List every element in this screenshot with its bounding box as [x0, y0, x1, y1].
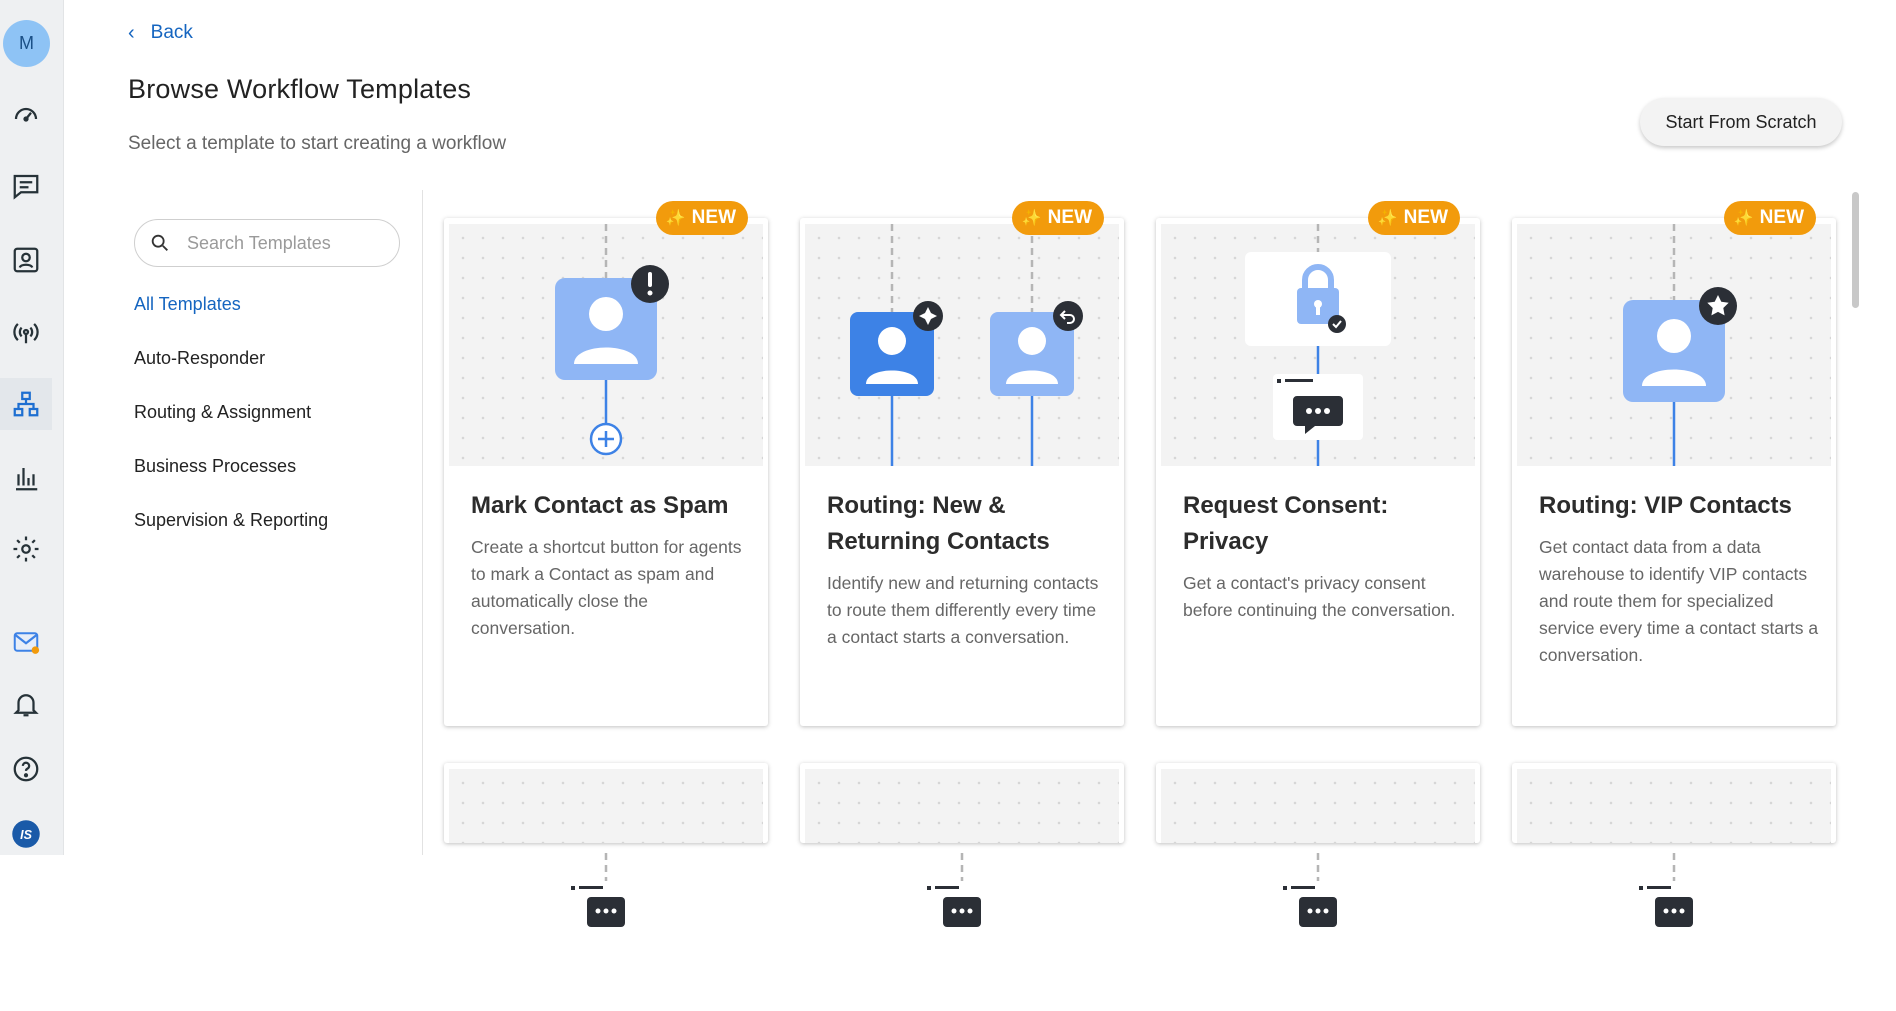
template-title: Routing: VIP Contacts	[1539, 492, 1792, 519]
template-title: Mark Contact as Spam	[471, 492, 729, 519]
settings-icon[interactable]	[0, 523, 52, 575]
category-auto-responder[interactable]: Auto-Responder	[134, 348, 265, 369]
chevron-left-icon: ‹	[128, 22, 135, 44]
template-card-partial[interactable]	[800, 763, 1124, 927]
sparkle-icon: ✨	[665, 210, 686, 227]
template-title: Request Consent: Privacy	[1183, 492, 1389, 555]
sidebar-divider	[422, 190, 423, 855]
template-description: Create a shortcut button for agents to m…	[471, 537, 742, 638]
new-badge: ✨ NEW	[1367, 201, 1460, 235]
workflows-icon[interactable]	[0, 378, 52, 430]
template-illustration	[1517, 769, 1831, 927]
template-title: Routing: New & Returning Contacts	[827, 492, 1050, 555]
page-title: Browse Workflow Templates	[128, 74, 472, 104]
dashboard-icon[interactable]	[0, 88, 52, 140]
page-subtitle: Select a template to start creating a wo…	[128, 133, 507, 154]
start-from-scratch-button[interactable]: Start From Scratch	[1640, 98, 1842, 146]
template-illustration	[449, 224, 763, 466]
broadcast-icon[interactable]	[0, 306, 52, 358]
notifications-icon[interactable]	[0, 678, 52, 730]
template-illustration	[1517, 224, 1831, 466]
template-card-partial[interactable]	[1156, 763, 1480, 927]
search-icon	[151, 234, 168, 251]
template-card-routing-vip-contacts[interactable]: ✨ NEW Routing: VIP Contacts Get contact d…	[1512, 201, 1836, 726]
scrollbar-thumb[interactable]	[1852, 192, 1859, 308]
back-link[interactable]: ‹ Back	[128, 22, 193, 44]
template-card-request-consent-privacy[interactable]: ✨ NEW Request Consent: Privacy Get a cont…	[1156, 201, 1480, 726]
user-avatar[interactable]: M	[3, 20, 50, 67]
category-all-templates[interactable]: All Templates	[134, 294, 241, 315]
left-rail: M IS	[0, 0, 64, 855]
template-card-partial[interactable]	[1512, 763, 1836, 927]
template-card-partial[interactable]	[444, 763, 768, 927]
template-illustration	[1161, 224, 1475, 466]
template-illustration	[805, 224, 1119, 466]
mail-icon[interactable]	[0, 616, 52, 668]
messages-icon[interactable]	[0, 160, 52, 212]
sparkle-icon: ✨	[1021, 210, 1042, 227]
brand-logo-icon[interactable]: IS	[0, 808, 52, 860]
new-badge: ✨ NEW	[1723, 201, 1816, 235]
svg-text:IS: IS	[20, 828, 32, 842]
category-supervision-reporting[interactable]: Supervision & Reporting	[134, 510, 328, 531]
search-input[interactable]	[187, 232, 387, 254]
template-illustration	[1161, 769, 1475, 927]
reports-icon[interactable]	[0, 452, 52, 504]
search-templates[interactable]	[134, 219, 400, 267]
help-icon[interactable]	[0, 743, 52, 795]
new-badge: ✨ NEW	[655, 201, 748, 235]
contacts-icon[interactable]	[0, 234, 52, 286]
category-business-processes[interactable]: Business Processes	[134, 456, 296, 477]
template-illustration	[805, 769, 1119, 927]
back-label: Back	[150, 22, 193, 43]
template-card-mark-contact-spam[interactable]: ✨ NEW Mark Contact as Spam Create a short…	[444, 201, 768, 726]
template-illustration	[449, 769, 763, 927]
template-description: Get a contact's privacy consent before c…	[1183, 573, 1456, 620]
sparkle-icon: ✨	[1377, 210, 1398, 227]
sparkle-icon: ✨	[1733, 210, 1754, 227]
category-routing-assignment[interactable]: Routing & Assignment	[134, 402, 311, 423]
template-description: Get contact data from a data warehouse t…	[1539, 537, 1819, 665]
template-description: Identify new and returning contacts to r…	[827, 573, 1099, 647]
new-badge: ✨ NEW	[1011, 201, 1104, 235]
template-card-routing-new-returning[interactable]: ✨ NEW Routing: New & Returning Contacts I…	[800, 201, 1124, 726]
